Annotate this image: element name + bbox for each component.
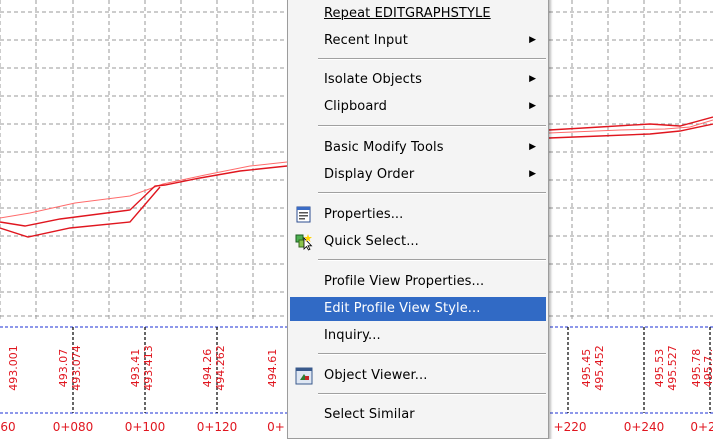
elevation-label: 493.07	[57, 349, 70, 388]
menu-item-label: Display Order	[324, 167, 415, 182]
menu-item-label: Profile View Properties...	[324, 274, 485, 289]
elevation-label: 495.45	[580, 349, 593, 388]
submenu-arrow-icon: ▶	[529, 100, 536, 110]
menu-separator	[318, 58, 546, 60]
quick-select-icon	[295, 233, 313, 251]
properties-icon	[295, 206, 313, 224]
submenu-arrow-icon: ▶	[529, 34, 536, 44]
menu-item-label: Isolate Objects	[324, 72, 422, 87]
design-profile-line-right-lower	[548, 123, 713, 139]
submenu-arrow-icon: ▶	[529, 141, 536, 151]
menu-separator	[318, 353, 546, 355]
menu-item-properties[interactable]: Properties...	[290, 203, 546, 227]
station-label: 60	[0, 420, 15, 434]
design-profile-line-lower	[0, 186, 161, 238]
station-label: 0+240	[624, 420, 665, 434]
menu-item-label: Object Viewer...	[324, 368, 428, 383]
menu-item-repeat-editgraphstyle[interactable]: Repeat EDITGRAPHSTYLE	[290, 2, 546, 26]
menu-item-profile-view-properties[interactable]: Profile View Properties...	[290, 270, 546, 294]
elevation-label: 495.53	[653, 349, 666, 388]
station-label: +220	[554, 420, 587, 434]
menu-separator	[318, 192, 546, 194]
menu-item-isolate-objects[interactable]: Isolate Objects ▶	[290, 68, 546, 92]
menu-item-quick-select[interactable]: Quick Select...	[290, 230, 546, 254]
elevation-label: 494.26	[201, 349, 214, 388]
elevation-label: 493.413	[142, 345, 155, 391]
elevation-label: 494.262	[214, 345, 227, 391]
menu-item-object-viewer[interactable]: Object Viewer...	[290, 364, 546, 388]
submenu-arrow-icon: ▶	[529, 168, 536, 178]
menu-item-label: Select Similar	[324, 407, 415, 422]
elevation-label: 493.001	[7, 345, 20, 391]
elevation-label: 493.41	[129, 349, 142, 388]
elevation-label: 495.452	[593, 345, 606, 391]
menu-item-recent-input[interactable]: Recent Input ▶	[290, 29, 546, 53]
menu-item-label: Recent Input	[324, 33, 408, 48]
menu-item-label: Edit Profile View Style...	[324, 301, 481, 316]
submenu-arrow-icon: ▶	[529, 73, 536, 83]
existing-ground-line-right	[548, 119, 713, 134]
station-label: 0+080	[53, 420, 94, 434]
menu-item-label: Quick Select...	[324, 234, 419, 249]
station-label: 0+120	[197, 420, 238, 434]
menu-item-inquiry[interactable]: Inquiry...	[290, 324, 546, 348]
elevation-label: 493.074	[70, 345, 83, 391]
design-profile-line-upper	[0, 165, 288, 227]
elevation-label: 495.7..	[702, 349, 713, 387]
menu-item-edit-profile-view-style[interactable]: Edit Profile View Style...	[290, 297, 546, 321]
menu-separator	[318, 393, 546, 395]
station-label: 0+100	[125, 420, 166, 434]
menu-item-label: Basic Modify Tools	[324, 140, 444, 155]
menu-item-label: Clipboard	[324, 99, 387, 114]
menu-item-label: Inquiry...	[324, 328, 381, 343]
elevation-label: 495.527	[666, 345, 679, 391]
object-viewer-icon	[295, 367, 313, 385]
menu-item-basic-modify-tools[interactable]: Basic Modify Tools ▶	[290, 136, 546, 160]
context-menu: Repeat EDITGRAPHSTYLE Recent Input ▶ Iso…	[287, 0, 549, 439]
menu-item-label: Properties...	[324, 207, 404, 222]
menu-item-select-similar[interactable]: Select Similar	[290, 403, 546, 427]
menu-separator	[318, 125, 546, 127]
menu-item-clipboard[interactable]: Clipboard ▶	[290, 95, 546, 119]
menu-item-label: Repeat EDITGRAPHSTYLE	[324, 6, 491, 21]
station-label: 0+2	[690, 420, 713, 434]
elevation-label: 494.61	[266, 349, 279, 388]
station-label: 0+	[267, 420, 285, 434]
menu-item-display-order[interactable]: Display Order ▶	[290, 163, 546, 187]
menu-separator	[318, 259, 546, 261]
